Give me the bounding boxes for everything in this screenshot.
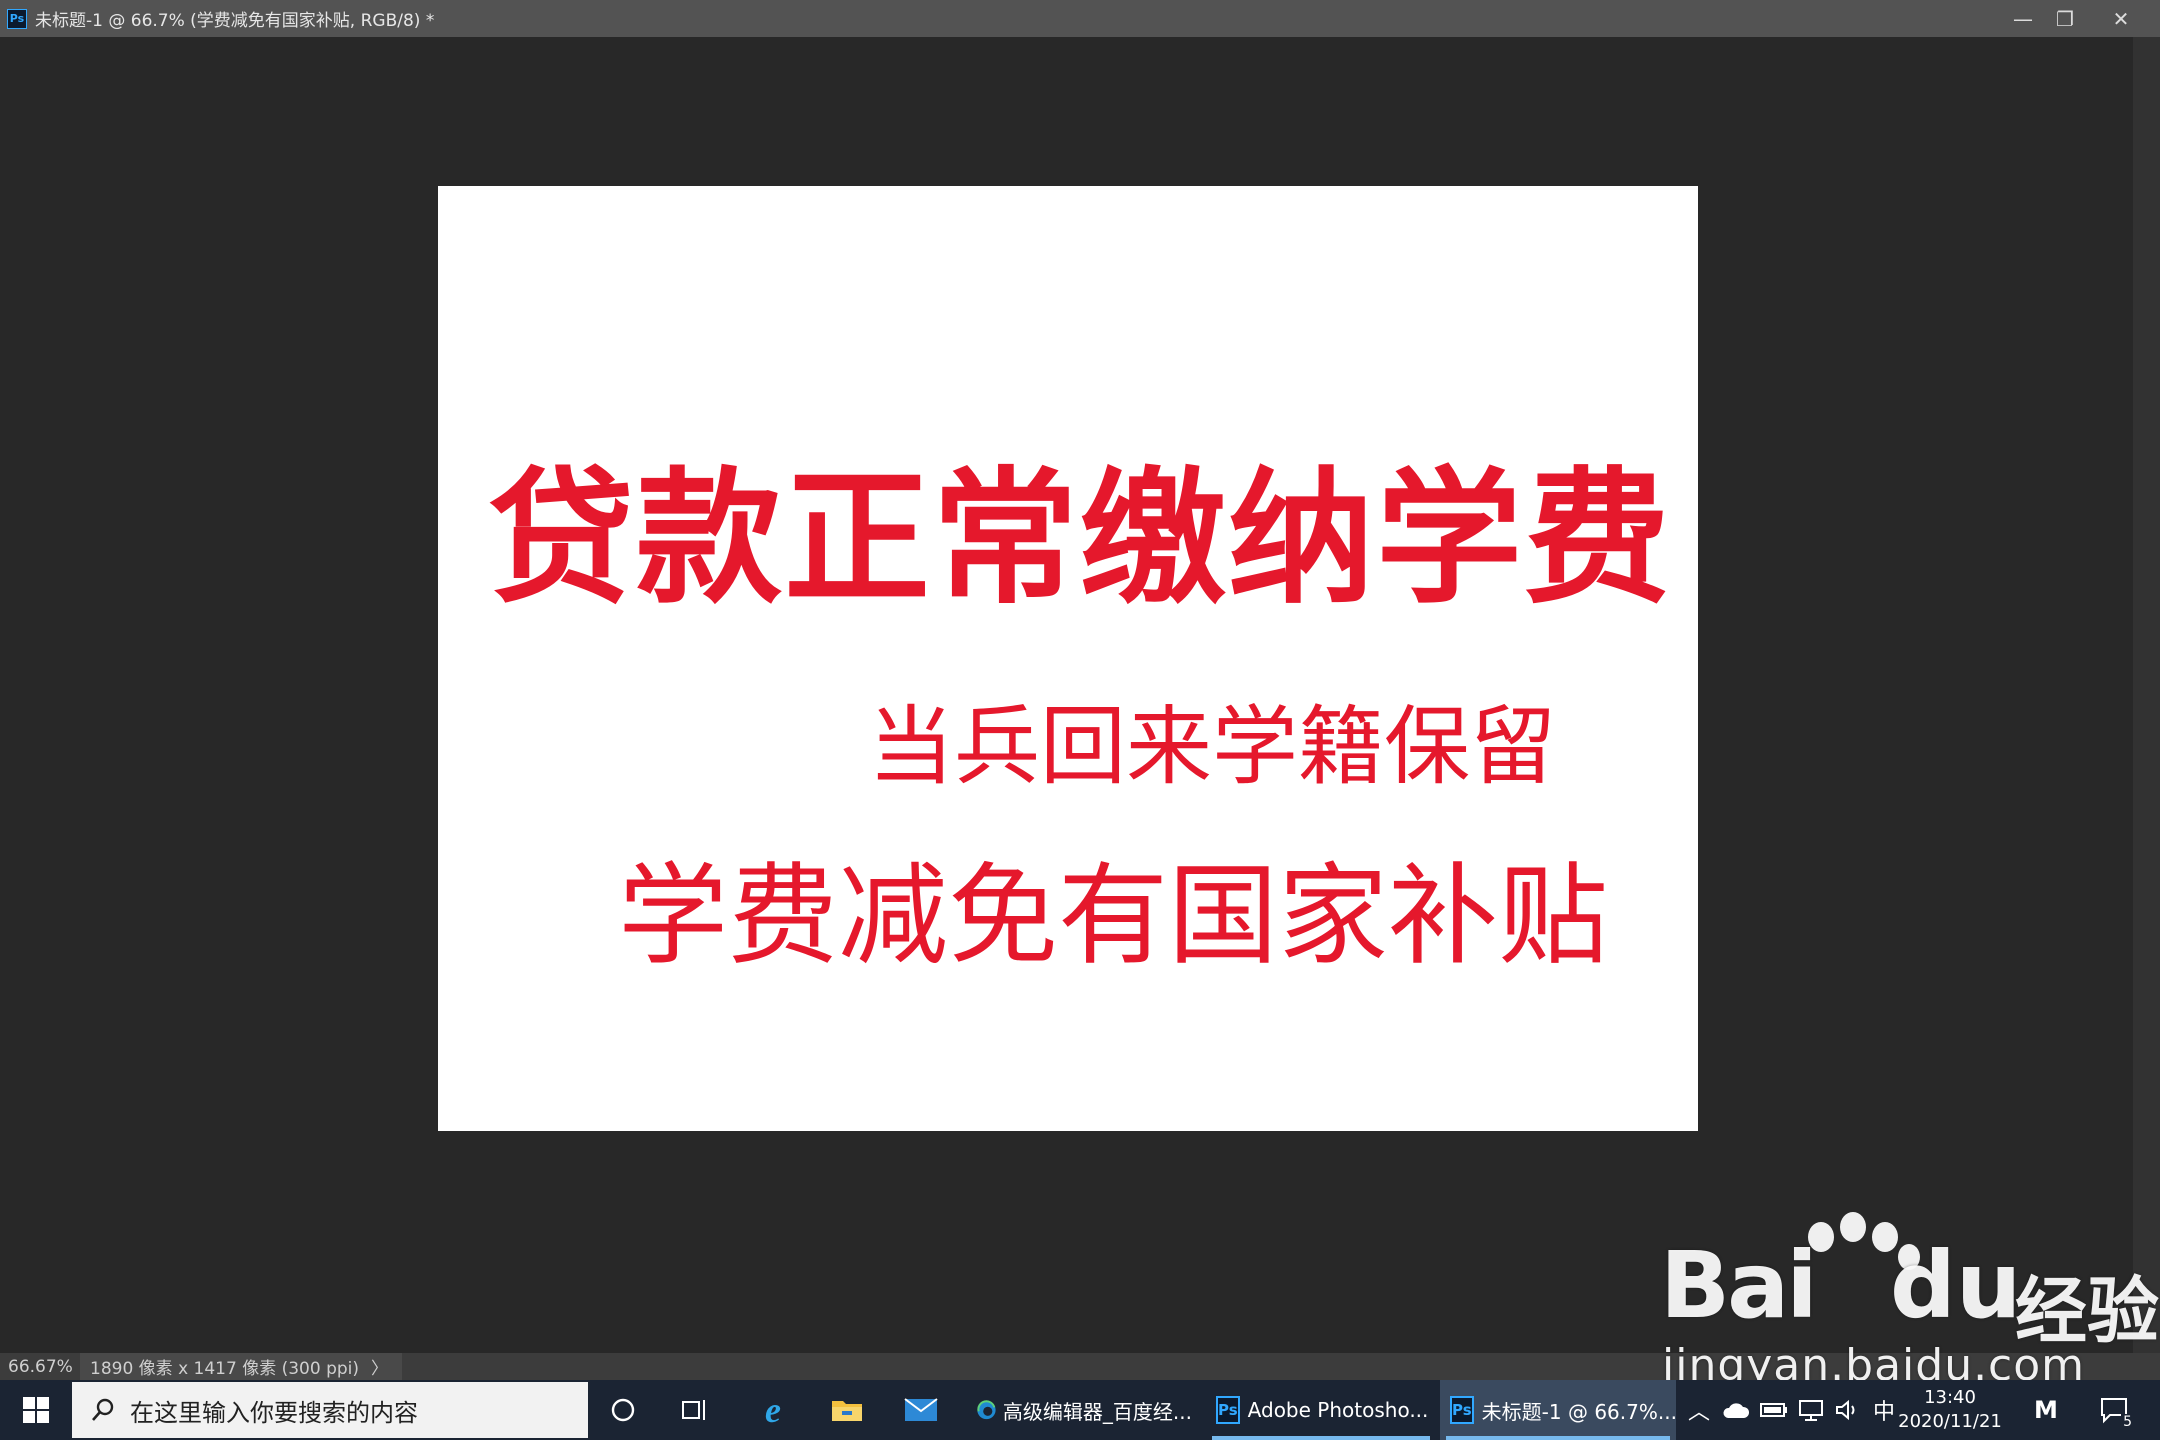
- task-view-button[interactable]: [660, 1380, 730, 1440]
- task-view-icon: [682, 1400, 705, 1420]
- paw-toe-icon: [1840, 1212, 1866, 1242]
- photoshop-icon: Ps: [1450, 1396, 1474, 1424]
- notification-count: 5: [2121, 1414, 2134, 1430]
- restore-button[interactable]: ❐: [2044, 0, 2086, 37]
- close-button[interactable]: ✕: [2100, 0, 2142, 37]
- battery-button[interactable]: [1756, 1380, 1792, 1440]
- zoom-level[interactable]: 66.67%: [0, 1357, 73, 1377]
- title-bar: Ps 未标题-1 @ 66.7% (学费减免有国家补贴, RGB/8) * — …: [0, 0, 2160, 37]
- text-layer-3[interactable]: 学费减免有国家补贴: [618, 826, 1608, 986]
- chevron-right-icon[interactable]: 〉: [371, 1354, 388, 1379]
- app-label: 高级编辑器_百度经...: [1002, 1399, 1192, 1424]
- photoshop-icon: Ps: [1216, 1396, 1240, 1424]
- taskbar-search-box[interactable]: 在这里输入你要搜索的内容: [72, 1382, 588, 1438]
- show-hidden-icons-button[interactable]: ︿: [1686, 1380, 1712, 1440]
- start-button[interactable]: [0, 1380, 72, 1440]
- taskbar-app-edge[interactable]: 高级编辑器_百度经...: [966, 1380, 1202, 1440]
- running-indicator: [1212, 1436, 1430, 1440]
- onedrive-button[interactable]: [1718, 1380, 1754, 1440]
- taskbar: 在这里输入你要搜索的内容 e 高级编辑器_百度经... Ps Adobe Pho…: [0, 1380, 2160, 1440]
- cortana-icon: [611, 1398, 635, 1422]
- watermark-du: du: [1890, 1232, 2022, 1339]
- watermark-bai: Bai: [1660, 1232, 1818, 1339]
- search-icon: [92, 1398, 114, 1421]
- action-center-button[interactable]: 5: [2090, 1380, 2140, 1440]
- document-info[interactable]: 1890 像素 x 1417 像素 (300 ppi) 〉: [80, 1353, 403, 1380]
- cortana-button[interactable]: [588, 1380, 658, 1440]
- taskbar-app-photoshop[interactable]: Ps Adobe Photosho...: [1206, 1380, 1436, 1440]
- folder-icon: [832, 1401, 862, 1421]
- active-indicator: [1446, 1436, 1670, 1440]
- cloud-icon: [1723, 1403, 1750, 1418]
- search-placeholder: 在这里输入你要搜索的内容: [130, 1398, 418, 1427]
- meet-now-button[interactable]: M: [2024, 1380, 2068, 1440]
- internet-explorer-icon: e: [765, 1390, 781, 1430]
- speaker-icon: [1836, 1399, 1855, 1421]
- photoshop-icon: Ps: [7, 8, 27, 29]
- app-tray-icon: M: [2034, 1396, 2058, 1424]
- clock[interactable]: 13:40 2020/11/21: [1890, 1380, 2010, 1440]
- mail-button[interactable]: [886, 1380, 956, 1440]
- app-label: 未标题-1 @ 66.7%...: [1481, 1399, 1677, 1424]
- edge-icon: [977, 1400, 996, 1420]
- taskbar-app-document[interactable]: Ps 未标题-1 @ 66.7%...: [1440, 1380, 1677, 1440]
- windows-logo-icon: [23, 1397, 49, 1423]
- mail-icon: [904, 1398, 938, 1421]
- document-canvas[interactable]: 贷款正常缴纳学费 当兵回来学籍保留 学费减免有国家补贴: [438, 186, 1698, 1131]
- clock-time: 13:40: [1924, 1387, 1976, 1408]
- volume-button[interactable]: [1830, 1380, 1866, 1440]
- network-icon: [1799, 1400, 1823, 1421]
- file-explorer-button[interactable]: [812, 1380, 882, 1440]
- text-layer-1[interactable]: 贷款正常缴纳学费: [488, 421, 1672, 632]
- vertical-scrollbar[interactable]: [2133, 37, 2160, 1353]
- app-label: Adobe Photosho...: [1247, 1398, 1429, 1422]
- document-size-label: 1890 像素 x 1417 像素 (300 ppi): [90, 1359, 360, 1379]
- internet-explorer-button[interactable]: e: [738, 1380, 808, 1440]
- window-title: 未标题-1 @ 66.7% (学费减免有国家补贴, RGB/8) *: [35, 11, 435, 31]
- battery-icon: [1760, 1403, 1787, 1417]
- clock-date: 2020/11/21: [1898, 1411, 2002, 1432]
- network-button[interactable]: [1794, 1380, 1830, 1440]
- minimize-button[interactable]: —: [2002, 0, 2044, 37]
- chevron-up-icon: ︿: [1687, 1400, 1710, 1425]
- text-layer-2[interactable]: 当兵回来学籍保留: [868, 676, 1556, 801]
